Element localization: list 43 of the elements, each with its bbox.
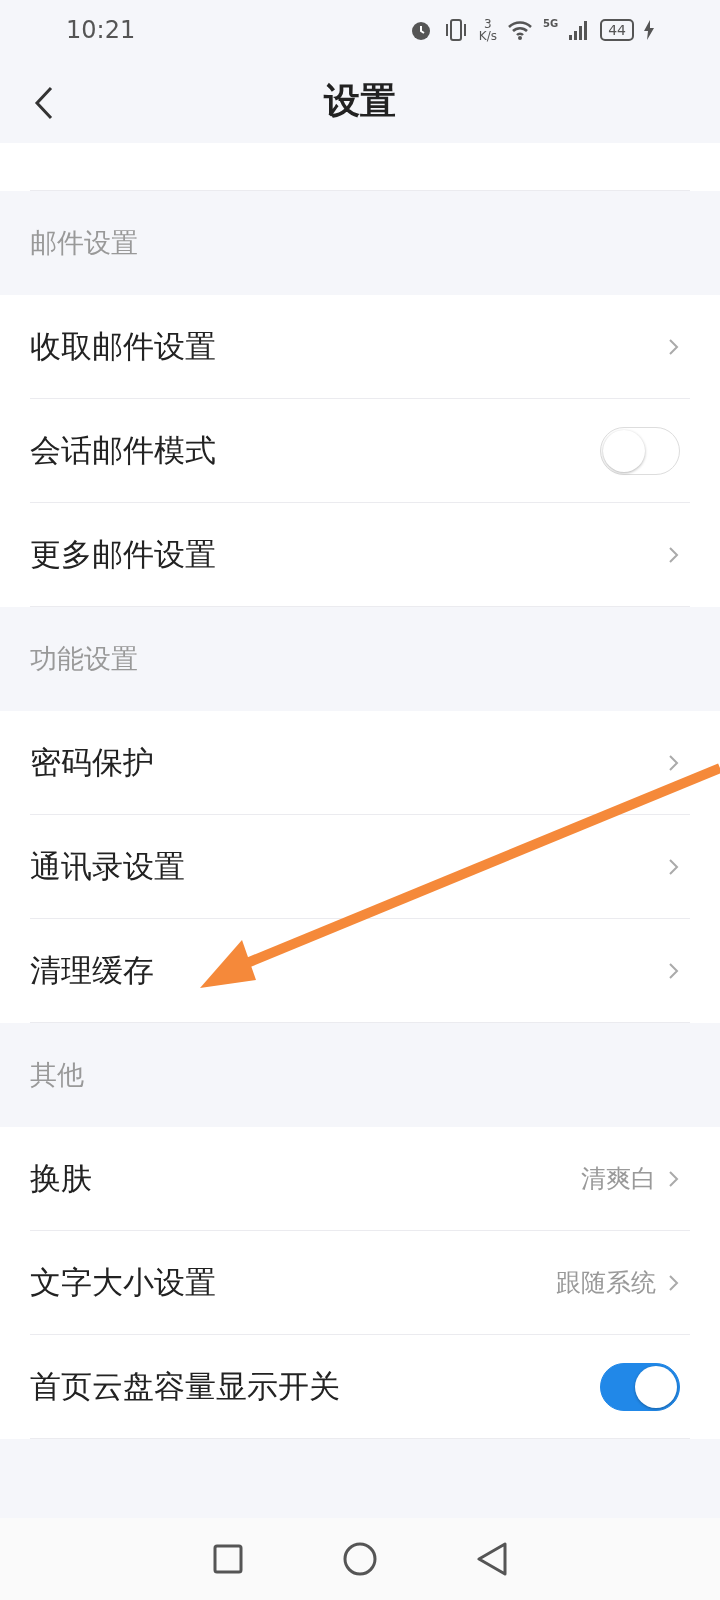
settings-row[interactable]: 清理缓存 (0, 919, 720, 1023)
section-title: 邮件设置 (30, 226, 138, 260)
chevron-icon (668, 961, 680, 980)
settings-row[interactable]: 会话邮件模式 (0, 399, 720, 503)
settings-row[interactable]: 首页云盘容量显示开关 (0, 1335, 720, 1439)
status-time: 10:21 (66, 16, 137, 44)
setting-value: 清爽白 (581, 1163, 656, 1195)
setting-label: 收取邮件设置 (30, 326, 217, 366)
settings-row[interactable]: 更多邮件设置 (0, 503, 720, 607)
chevron-icon (668, 1273, 680, 1292)
recent-apps-button[interactable] (213, 1544, 243, 1574)
section-title: 其他 (30, 1058, 84, 1092)
speed-value: 3 (484, 18, 492, 30)
back-nav-button[interactable] (477, 1542, 507, 1576)
section-title: 功能设置 (30, 642, 138, 676)
chevron-icon (668, 1169, 680, 1188)
setting-label: 会话邮件模式 (30, 430, 217, 470)
network-type: 5G (543, 18, 559, 29)
back-icon (34, 86, 54, 120)
page-title: 设置 (324, 79, 396, 123)
setting-label: 通讯录设置 (30, 846, 186, 886)
settings-row[interactable]: 密码保护 (0, 711, 720, 815)
chevron-icon (668, 337, 680, 356)
charging-icon (644, 20, 654, 40)
setting-label: 文字大小设置 (30, 1262, 217, 1302)
speed-unit: K/s (478, 30, 497, 42)
settings-row[interactable]: 换肤 清爽白 (0, 1127, 720, 1231)
setting-label: 更多邮件设置 (30, 534, 217, 574)
chevron-icon (668, 545, 680, 564)
setting-label: 清理缓存 (30, 950, 155, 990)
setting-label: 换肤 (30, 1158, 93, 1198)
wifi-icon (507, 19, 533, 41)
home-button[interactable] (343, 1542, 377, 1576)
chevron-icon (668, 857, 680, 876)
settings-row[interactable]: 通讯录设置 (0, 815, 720, 919)
setting-value: 跟随系统 (556, 1267, 656, 1299)
chevron-icon (668, 753, 680, 772)
battery-level: 44 (600, 19, 634, 41)
setting-label: 密码保护 (30, 742, 155, 782)
setting-label: 首页云盘容量显示开关 (30, 1366, 341, 1406)
settings-row[interactable]: 收取邮件设置 (0, 295, 720, 399)
settings-row[interactable]: 文字大小设置 跟随系统 (0, 1231, 720, 1335)
toggle-switch[interactable] (600, 1362, 680, 1411)
